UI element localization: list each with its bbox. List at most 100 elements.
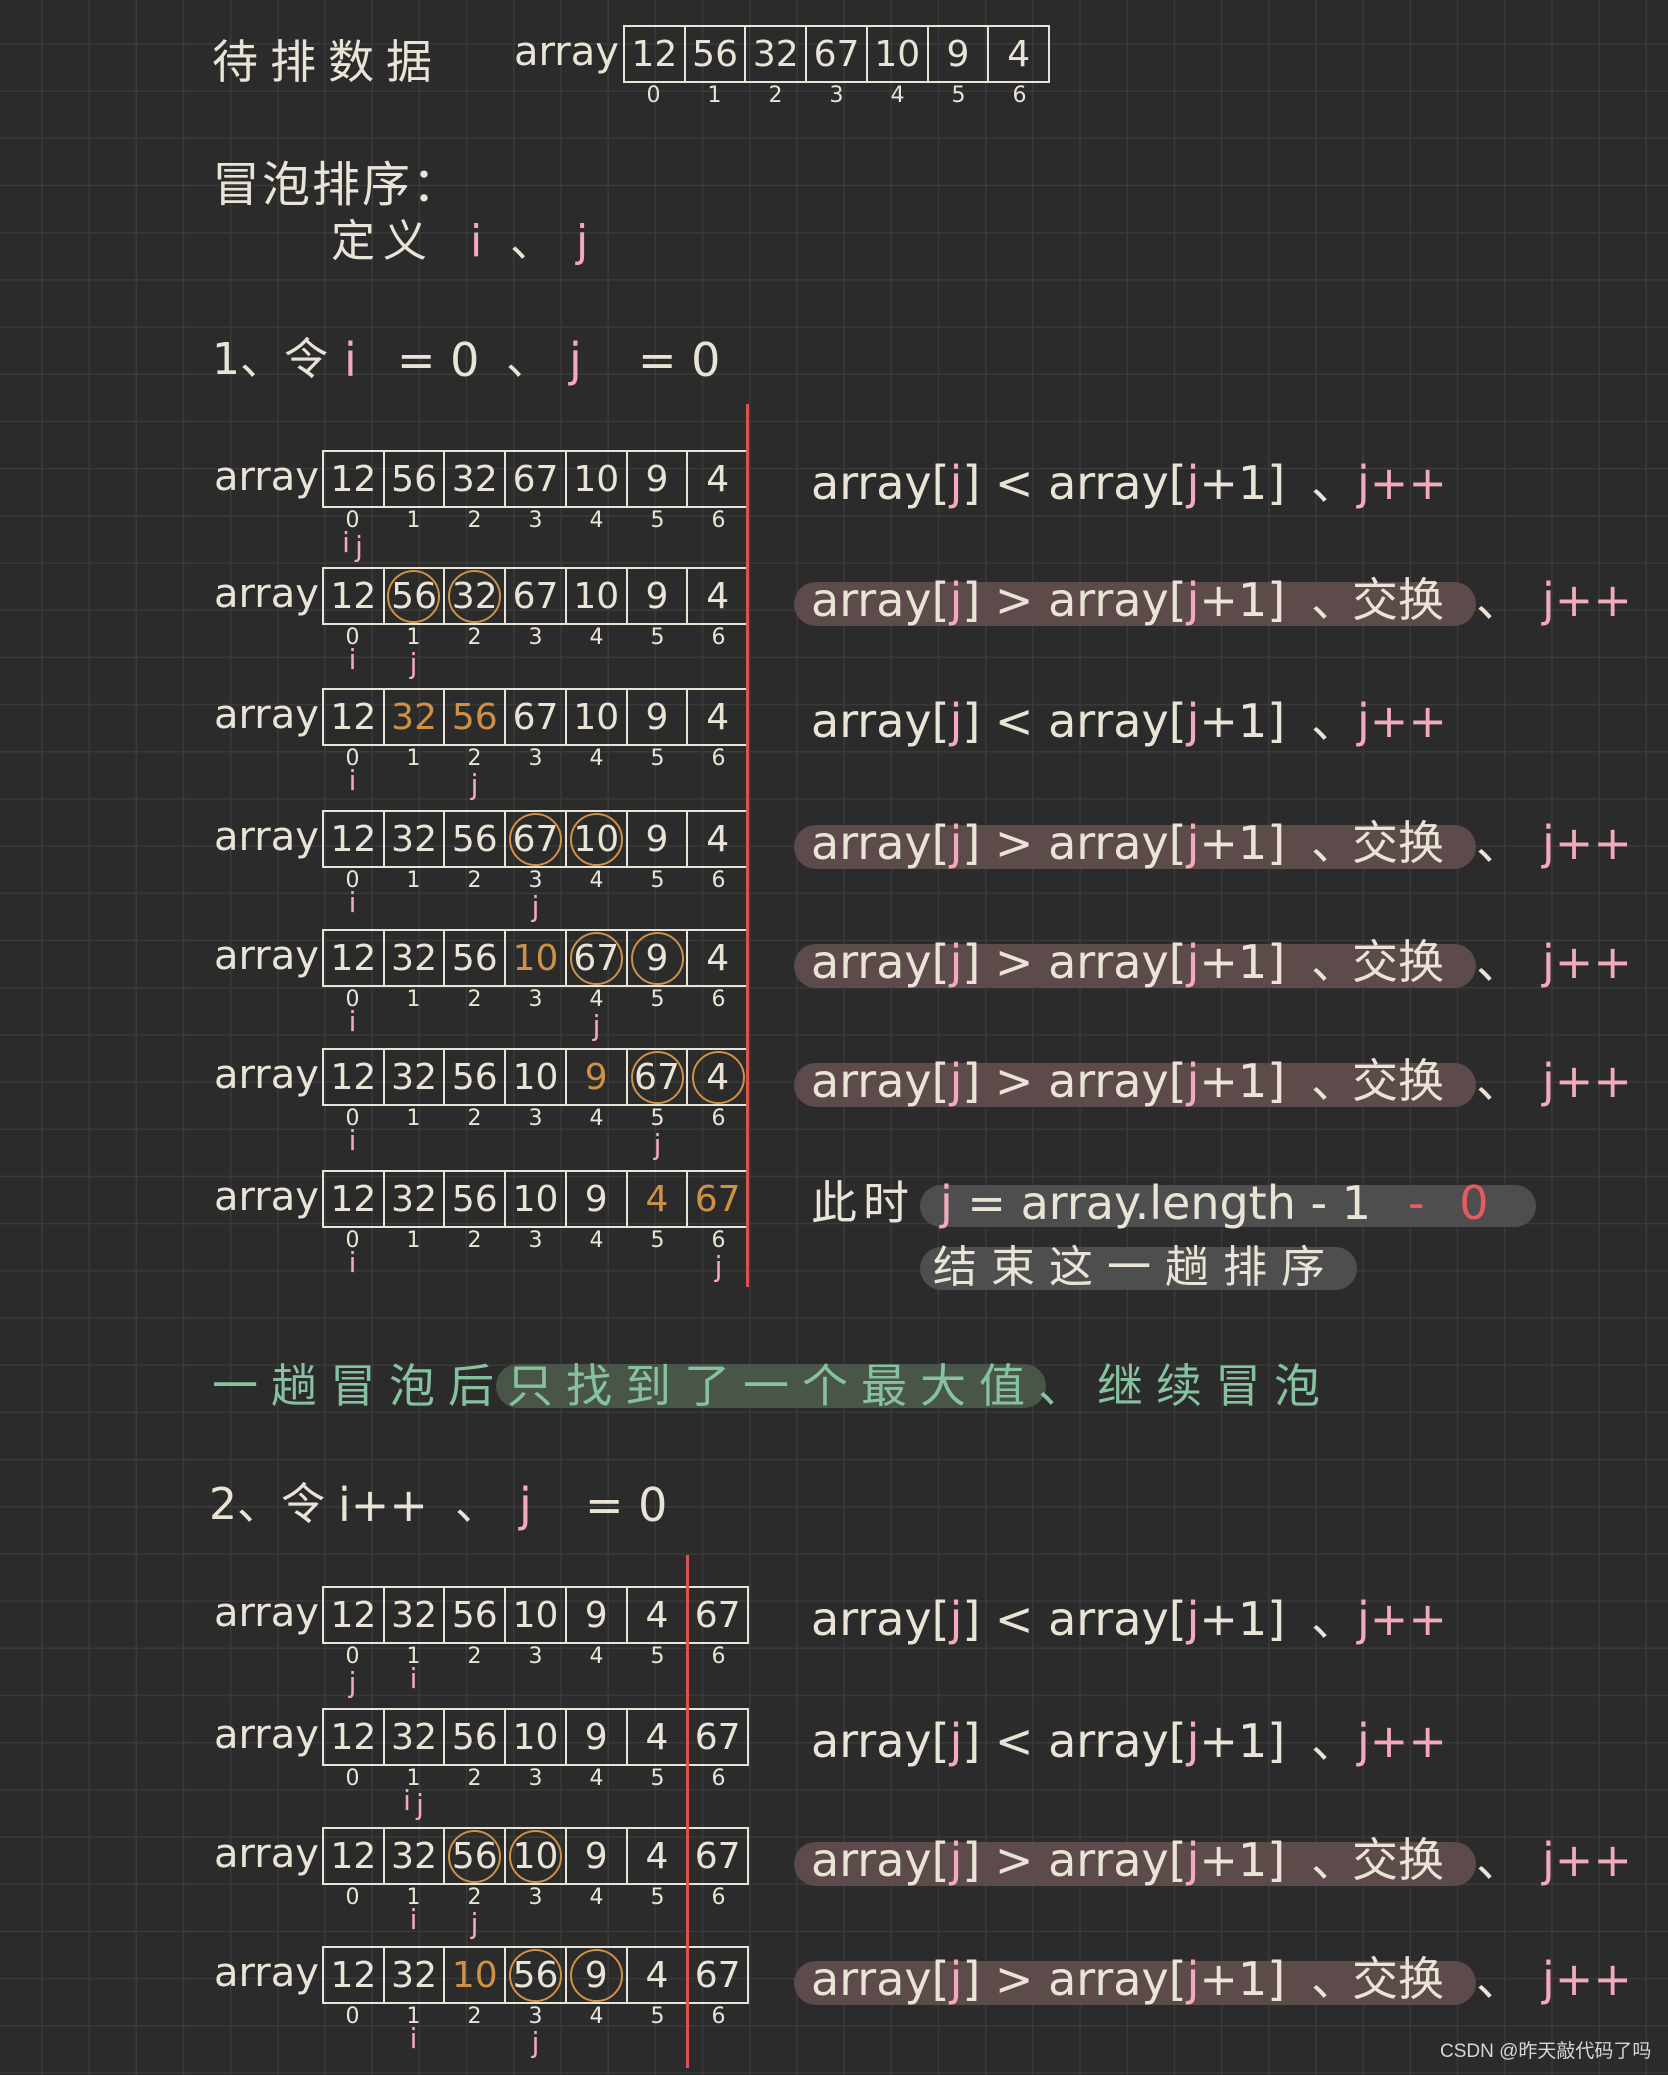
step1-prefix: 1、令: [212, 334, 328, 385]
index-label: 2: [467, 1228, 482, 1253]
pointer-i: i: [348, 1005, 357, 1038]
j-letter: j: [949, 1714, 963, 1768]
highlight-circle: [570, 812, 623, 866]
array-cell: 9: [564, 1172, 626, 1226]
step1-separator: 、: [506, 334, 550, 385]
index-label: 1: [406, 1228, 421, 1253]
index-label: 4: [589, 625, 604, 650]
index-label: 6: [711, 1766, 726, 1791]
j-letter: j: [949, 935, 963, 989]
array-cell: 32: [382, 812, 444, 866]
array-cell: 10: [504, 1588, 565, 1642]
array-cell: 9: [926, 27, 988, 81]
pointer-j: j: [653, 1128, 662, 1161]
array-cell: 56: [443, 690, 504, 744]
j-letter: j: [949, 816, 963, 870]
index-label: 6: [711, 625, 726, 650]
note-separator: 、: [1311, 1054, 1357, 1108]
summary-highlighted: 只找到了一个最大值: [507, 1359, 1038, 1413]
array-cell: 10: [443, 1948, 504, 2002]
note-increment: j++: [1357, 694, 1447, 748]
array-cell: 9: [625, 569, 687, 623]
array-cell: 32: [382, 1948, 444, 2002]
j-letter: j: [1186, 1592, 1200, 1646]
array-label: array: [214, 1590, 319, 1636]
array-cell: 67: [805, 27, 866, 81]
array-box: 12 32 56 10 67 9 4: [322, 929, 749, 987]
pointer-i: i: [348, 1124, 357, 1157]
array-box: 12 32 56 10 9 4 67: [322, 1586, 749, 1644]
pass1-row: array 12 32 56 10 67 9 4 0 1 2 3 4 5 6 i j array[j] > arr…: [0, 929, 1668, 1049]
note-increment: j++: [1542, 1952, 1632, 2006]
note-separator: 、: [1311, 1833, 1357, 1887]
array-cell: 32: [382, 1829, 444, 1883]
note-increment: j++: [1542, 573, 1632, 627]
array-cell: 67: [686, 1948, 747, 2002]
index-label: 2: [467, 987, 482, 1012]
pass1-row: array 12 56 32 67 10 9 4 0 1 2 3 4 5 6 i j array[j] > arr…: [0, 567, 1668, 687]
index-label: 2: [467, 868, 482, 893]
array-label: array: [214, 1052, 319, 1098]
array-cell: 56: [683, 27, 745, 81]
j-letter: j: [1186, 1054, 1200, 1108]
note-swap: 交换: [1352, 1952, 1444, 2006]
index-label: 5: [951, 83, 966, 108]
pointer-j: j: [470, 1907, 479, 1940]
note-separator: 、: [1476, 1054, 1522, 1108]
array-cell: 12: [330, 575, 377, 617]
j-letter: j: [1186, 816, 1200, 870]
array-cell: 67: [686, 1710, 747, 1764]
index-label: 5: [650, 1885, 665, 1910]
array-box: 12 32 56 10 9 4 67: [322, 1708, 749, 1766]
index-label: 3: [528, 508, 543, 533]
index-label: 3: [528, 1106, 543, 1131]
j-letter: j: [949, 1952, 963, 2006]
note-swap: 交换: [1352, 1833, 1444, 1887]
index-label: 3: [528, 1766, 543, 1791]
step2-i: i++: [338, 1478, 428, 1532]
pass2-row: array 12 32 56 10 9 4 67 0 1 2 3 4 5 6 i j array[j] > arr…: [0, 1827, 1668, 1947]
array-cell: 67: [686, 1588, 747, 1642]
pointer-i: i: [348, 1246, 357, 1279]
note-separator: 、: [1311, 1592, 1357, 1646]
pass2-row: array 12 32 10 56 9 4 67 0 1 2 3 4 5 6 i j array[j] > arr…: [0, 1946, 1668, 2066]
index-label: 4: [589, 1106, 604, 1131]
index-label: 2: [467, 1106, 482, 1131]
array-cell: 12: [330, 696, 377, 738]
array-cell: 9: [564, 1829, 626, 1883]
step2-separator: 、: [455, 1479, 499, 1530]
array-cell: 10: [865, 27, 927, 81]
array-cell: 4: [625, 1588, 687, 1642]
array-cell: 56: [443, 1050, 504, 1104]
array-cell: 67: [504, 569, 565, 623]
index-label: 5: [650, 987, 665, 1012]
pointer-j: j: [592, 1009, 601, 1042]
index-label: 0: [646, 83, 661, 108]
array-cell: 4: [686, 931, 747, 985]
index-label: 6: [1012, 83, 1027, 108]
array-box: 12 32 56 10 9 4 67: [322, 1170, 749, 1228]
pointer-i: i: [409, 2022, 418, 2055]
variable-i: i: [470, 216, 483, 267]
array-cell: 9: [625, 812, 687, 866]
index-label: 2: [467, 2004, 482, 2029]
array-label: array: [214, 454, 319, 500]
array-cell: 67: [686, 1172, 747, 1226]
note-increment: j++: [1357, 1714, 1447, 1768]
step1-j: j: [569, 333, 582, 387]
array-cell: 4: [625, 1172, 687, 1226]
array-cell: 4: [686, 452, 747, 506]
pass-summary: 一趟冒泡后只找到了一个最大值、继续冒泡: [212, 1356, 1333, 1416]
array-cell: 4: [987, 27, 1048, 81]
array-cell: 12: [330, 1178, 377, 1220]
index-label: 1: [406, 987, 421, 1012]
pass1-row: array 12 56 32 67 10 9 4 0 1 2 3 4 5 6 i j array[j] < arr…: [0, 450, 1668, 570]
define-label: 定义: [331, 216, 435, 267]
index-label: 1: [406, 1106, 421, 1131]
pass2-row: array 12 32 56 10 9 4 67 0 1 2 3 4 5 6 i j array[j] < arr…: [0, 1708, 1668, 1828]
index-label: 4: [589, 868, 604, 893]
step1-j-value: = 0: [638, 333, 721, 387]
array-cell: 12: [330, 458, 377, 500]
note-increment: j++: [1542, 1833, 1632, 1887]
unsorted-array-row: array 12 56 32 67 10 9 4 0 1 2 3 4 5 6: [0, 25, 1668, 145]
